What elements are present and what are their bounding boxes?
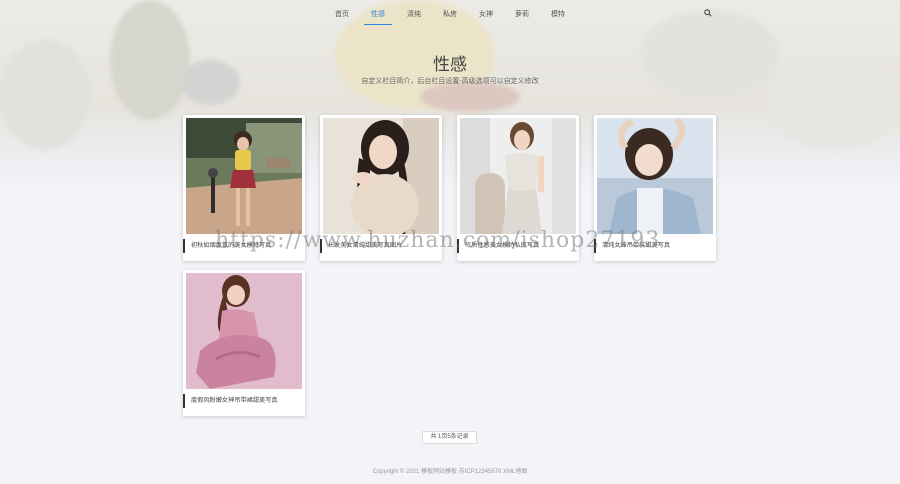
gallery-card[interactable]: 度假风粉嫩女神吊带裙甜美写真 [183, 270, 305, 416]
card-caption[interactable]: 气质性感美女模特私房写真 [457, 239, 579, 253]
pagination-info[interactable]: 共 1页5条记录 [422, 431, 477, 444]
page-description: 自定义栏目简介，后台栏目设置-高级选项可以自定义修改 [361, 78, 539, 85]
card-thumbnail [597, 118, 713, 234]
card-thumbnail [186, 273, 302, 389]
card-caption[interactable]: 初秋如烟氤氲的美女模特写真 [183, 239, 305, 253]
nav-item-pure[interactable]: 清纯 [396, 0, 432, 26]
card-caption[interactable]: 度假风粉嫩女神吊带裙甜美写真 [183, 394, 305, 408]
nav-item-home[interactable]: 首页 [324, 0, 360, 26]
nav-item-private[interactable]: 私房 [432, 0, 468, 26]
card-thumbnail [186, 118, 302, 234]
nav-item-sexy[interactable]: 性感 [360, 0, 396, 26]
gallery-card[interactable]: 清纯女神吊带装甜美写真 [594, 115, 716, 261]
search-icon[interactable] [704, 9, 712, 17]
card-thumbnail [323, 118, 439, 234]
top-nav: 首页 性感 清纯 私房 女神 萝莉 模特 [0, 0, 900, 26]
card-caption[interactable]: 长发美女清纯甜美写真图片 [320, 239, 442, 253]
nav-item-goddess[interactable]: 女神 [468, 0, 504, 26]
footer: Copyright © 2021 模板网站模板 苏ICP12345678 XML… [372, 469, 528, 475]
card-caption[interactable]: 清纯女神吊带装甜美写真 [594, 239, 716, 253]
gallery-card[interactable]: 长发美女清纯甜美写真图片 [320, 115, 442, 261]
nav-item-model[interactable]: 模特 [540, 0, 576, 26]
nav-item-loli[interactable]: 萝莉 [504, 0, 540, 26]
gallery-card[interactable]: 气质性感美女模特私房写真 [457, 115, 579, 261]
page-title: 性感 [433, 55, 467, 74]
gallery-card[interactable]: 初秋如烟氤氲的美女模特写真 [183, 115, 305, 261]
card-thumbnail [460, 118, 576, 234]
hero-background [0, 0, 900, 190]
